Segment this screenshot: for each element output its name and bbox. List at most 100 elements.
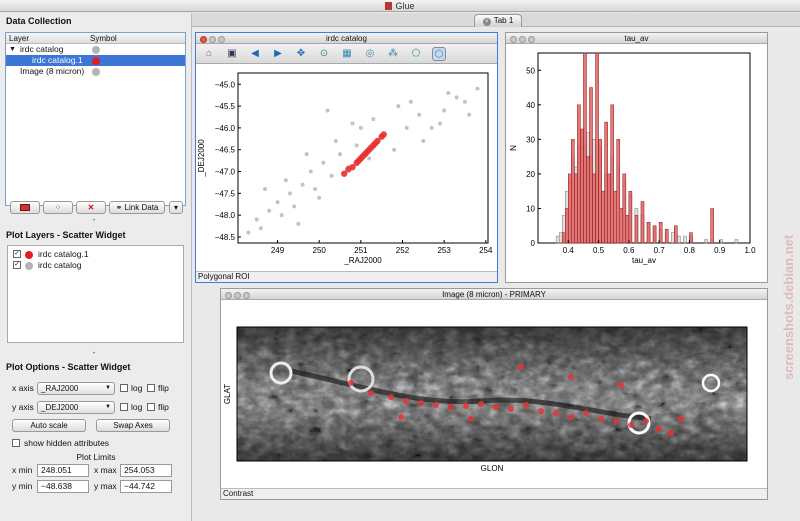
- home-icon[interactable]: ⌂: [202, 47, 216, 61]
- layer-tree[interactable]: Layer Symbol ▼ irdc catalog irdc catalog…: [5, 32, 186, 206]
- histogram-bar-grey: [558, 232, 563, 244]
- histogram-ytick-label: 10: [526, 204, 535, 213]
- image-overlay-point: [568, 374, 574, 380]
- histogram-bar-red: [598, 139, 602, 244]
- link-data-button[interactable]: ⚭ Link Data: [109, 201, 165, 214]
- zoom-window-icon[interactable]: [243, 292, 250, 299]
- layer-visible-checkbox[interactable]: ✓: [13, 261, 21, 269]
- selection-mode-icon[interactable]: ⬡: [432, 47, 446, 61]
- tab-1[interactable]: × Tab 1: [474, 14, 522, 27]
- symbol-dot-grey[interactable]: [92, 68, 100, 76]
- left-panel: Data Collection Layer Symbol ▼ irdc cata…: [0, 13, 192, 521]
- histogram-bar-red: [619, 208, 624, 244]
- dropdown-arrow-icon: ▾: [173, 203, 178, 212]
- histogram-bar-grey: [671, 232, 675, 244]
- y-flip-checkbox[interactable]: [147, 403, 155, 411]
- zoom-window-icon[interactable]: [218, 36, 225, 43]
- ymax-input[interactable]: −44.742: [120, 480, 172, 493]
- scatter-xtick-label: 253: [437, 246, 451, 255]
- swap-axes-button[interactable]: Swap Axes: [96, 419, 170, 432]
- pan-icon[interactable]: ✥: [294, 47, 308, 61]
- zoom-icon[interactable]: ⊙: [317, 47, 331, 61]
- splitter-handle[interactable]: •: [88, 351, 100, 357]
- scatter-status: Polygonal ROI: [198, 272, 250, 281]
- x-limits-row: x min 248.051 x max 254.053: [0, 464, 192, 477]
- circle-roi-icon[interactable]: ◎: [363, 47, 377, 61]
- scatter-window-titlebar[interactable]: irdc catalog: [196, 33, 497, 44]
- y-axis-select[interactable]: _DEJ2000 ▼: [37, 401, 115, 414]
- load-data-button[interactable]: [10, 201, 40, 214]
- scatter-point-grey: [321, 160, 326, 165]
- plot-layer-row[interactable]: ✓ irdc catalog.1: [8, 249, 183, 260]
- scatter-point-grey: [354, 143, 359, 148]
- image-statusbar: Contrast: [221, 488, 767, 499]
- minimize-window-icon[interactable]: [209, 36, 216, 43]
- scatter-point-grey: [254, 217, 259, 222]
- new-subset-button[interactable]: ⁘: [43, 201, 73, 214]
- xmax-input[interactable]: 254.053: [120, 464, 172, 477]
- show-hidden-checkbox[interactable]: [12, 439, 20, 447]
- splitter-handle[interactable]: •: [88, 218, 100, 224]
- delete-button[interactable]: ✕: [76, 201, 106, 214]
- symbol-dot-grey[interactable]: [92, 46, 100, 54]
- close-tab-icon[interactable]: ×: [482, 18, 491, 26]
- tree-row-irdc-catalog[interactable]: ▼ irdc catalog: [6, 44, 185, 55]
- forward-icon[interactable]: ▶: [271, 47, 285, 61]
- plot-layers-list[interactable]: ✓ irdc catalog.1 ✓ irdc catalog: [7, 245, 184, 343]
- save-icon[interactable]: ▣: [225, 47, 239, 61]
- y-log-checkbox[interactable]: [120, 403, 128, 411]
- scatter-point-grey: [442, 108, 447, 113]
- histogram-bar-red: [561, 232, 566, 244]
- histogram-bar-red: [586, 156, 590, 244]
- delete-icon: ✕: [87, 203, 95, 212]
- histogram-bar-grey: [677, 235, 681, 244]
- select-caret-icon: ▼: [105, 385, 111, 391]
- close-window-icon[interactable]: [225, 292, 232, 299]
- more-menu-button[interactable]: ▾: [169, 201, 183, 214]
- image-overlay-point: [493, 404, 499, 410]
- plot-layer-row[interactable]: ✓ irdc catalog: [8, 260, 183, 271]
- histogram-bar-red: [610, 104, 614, 244]
- ymin-input[interactable]: −48.638: [37, 480, 89, 493]
- expand-arrow-icon[interactable]: ▼: [9, 44, 16, 55]
- lasso-roi-icon[interactable]: ⁂: [386, 47, 400, 61]
- rectangle-roi-icon[interactable]: ▦: [340, 47, 354, 61]
- watermark: screenshots.debian.net: [781, 234, 796, 380]
- polygon-roi-icon[interactable]: ⬠: [409, 47, 423, 61]
- x-log-checkbox[interactable]: [120, 384, 128, 392]
- minimize-window-icon[interactable]: [519, 36, 526, 43]
- image-overlay-point: [628, 422, 634, 428]
- tree-row-irdc-catalog-1[interactable]: irdc catalog.1: [6, 55, 185, 66]
- image-window-titlebar[interactable]: Image (8 micron) - PRIMARY: [221, 289, 767, 300]
- x-flip-checkbox[interactable]: [147, 384, 155, 392]
- close-window-icon[interactable]: [200, 36, 207, 43]
- histogram-ylabel: N: [509, 145, 518, 151]
- scatter-toolbar: ⌂ ▣ ◀ ▶ ✥ ⊙ ▦ ◎ ⁂ ⬠ ⬡: [196, 44, 497, 64]
- ymin-label: y min: [12, 481, 33, 491]
- scatter-point-grey: [338, 152, 343, 157]
- histogram-window-title: tau_av: [624, 34, 649, 43]
- scatter-window-title: irdc catalog: [326, 34, 367, 43]
- scatter-plot[interactable]: 249 250 251 252 253 254 −45.0 −45.5 −46.0 −46.5 −4…: [196, 65, 497, 273]
- back-icon[interactable]: ◀: [248, 47, 262, 61]
- minimize-window-icon[interactable]: [234, 292, 241, 299]
- histogram-plot[interactable]: 0.4 0.5 0.6 0.7 0.8 0.9 1.0 0 10 20 30 40 50 tau_av N: [506, 45, 767, 283]
- histogram-window-titlebar[interactable]: tau_av: [506, 33, 767, 44]
- close-window-icon[interactable]: [510, 36, 517, 43]
- scatter-point-grey: [267, 208, 272, 213]
- image-plot[interactable]: GLON GLAT: [221, 301, 767, 489]
- scatter-window[interactable]: irdc catalog ⌂ ▣ ◀ ▶ ✥ ⊙ ▦ ◎ ⁂ ⬠ ⬡ 249 25…: [195, 32, 498, 283]
- x-axis-select[interactable]: _RAJ2000 ▼: [37, 382, 115, 395]
- layer-visible-checkbox[interactable]: ✓: [13, 250, 21, 258]
- scatter-point-grey: [454, 95, 459, 100]
- scatter-point-red: [380, 131, 387, 138]
- histogram-bar-grey: [734, 239, 739, 244]
- histogram-window[interactable]: tau_av 0.4 0.5 0.6 0.7 0.8 0.9 1.0 0 10 20 30 40 50 t…: [505, 32, 768, 283]
- symbol-dot-red[interactable]: [92, 57, 100, 65]
- image-window[interactable]: Image (8 micron) - PRIMARY GLON GLAT Con…: [220, 288, 768, 500]
- zoom-window-icon[interactable]: [528, 36, 535, 43]
- tree-row-image[interactable]: Image (8 micron): [6, 66, 185, 77]
- xmin-input[interactable]: 248.051: [37, 464, 89, 477]
- image-overlay-point: [398, 414, 404, 420]
- auto-scale-button[interactable]: Auto scale: [12, 419, 86, 432]
